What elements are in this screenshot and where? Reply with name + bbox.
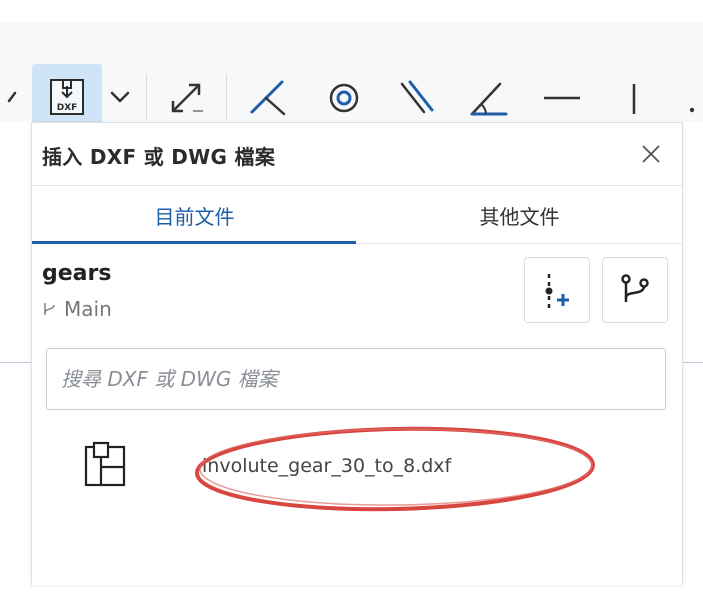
branch-icon (44, 303, 55, 315)
branch-label-row: Main (42, 297, 112, 321)
vertical-line-icon[interactable] (612, 76, 656, 120)
close-icon (642, 145, 660, 163)
branch-select-button[interactable] (602, 257, 668, 323)
red-highlight-ellipse (195, 426, 595, 512)
sketch-file-icon (84, 441, 126, 487)
toolbar-separator (226, 74, 227, 120)
tab-bar: 目前文件 其他文件 (32, 186, 682, 244)
close-button[interactable] (636, 139, 666, 169)
overflow-dot-icon (686, 104, 698, 116)
dialog-title: 插入 DXF 或 DWG 檔案 (42, 145, 276, 169)
sketch-toolbar: DXF (0, 22, 703, 130)
dxf-icon-label: DXF (57, 103, 78, 113)
dialog-header: 插入 DXF 或 DWG 檔案 (32, 123, 682, 186)
active-tab-indicator (32, 241, 356, 244)
dropdown-caret-icon[interactable] (2, 82, 22, 112)
top-strip (0, 0, 703, 22)
insert-dxf-button[interactable]: DXF (32, 64, 102, 130)
version-add-icon (545, 274, 569, 308)
transform-icon[interactable] (158, 76, 214, 120)
tab-other-documents[interactable]: 其他文件 (357, 186, 682, 244)
canvas-guide-line (0, 362, 32, 363)
circle-icon[interactable] (318, 76, 370, 120)
chevron-down-icon[interactable] (104, 80, 136, 114)
canvas-guide-line (680, 362, 703, 363)
document-name: gears (42, 261, 112, 286)
insert-dxf-icon: DXF (50, 79, 84, 115)
search-field[interactable] (46, 348, 666, 410)
file-list-item[interactable]: involute_gear_30_to_8.dxf (72, 426, 652, 512)
search-input[interactable] (59, 349, 653, 409)
insert-dxf-dialog: 插入 DXF 或 DWG 檔案 目前文件 其他文件 gears Main 搜尋 … (31, 122, 683, 585)
branch-name: Main (64, 297, 112, 321)
toolbar-separator (146, 74, 147, 120)
angle-icon[interactable] (462, 76, 514, 120)
horizontal-line-icon[interactable] (536, 76, 588, 120)
insert-version-button[interactable] (524, 257, 590, 323)
tab-current-document[interactable]: 目前文件 (32, 186, 357, 244)
corner-icon[interactable] (244, 76, 296, 120)
parallel-lines-icon[interactable] (390, 76, 442, 120)
branch-icon (621, 274, 649, 302)
